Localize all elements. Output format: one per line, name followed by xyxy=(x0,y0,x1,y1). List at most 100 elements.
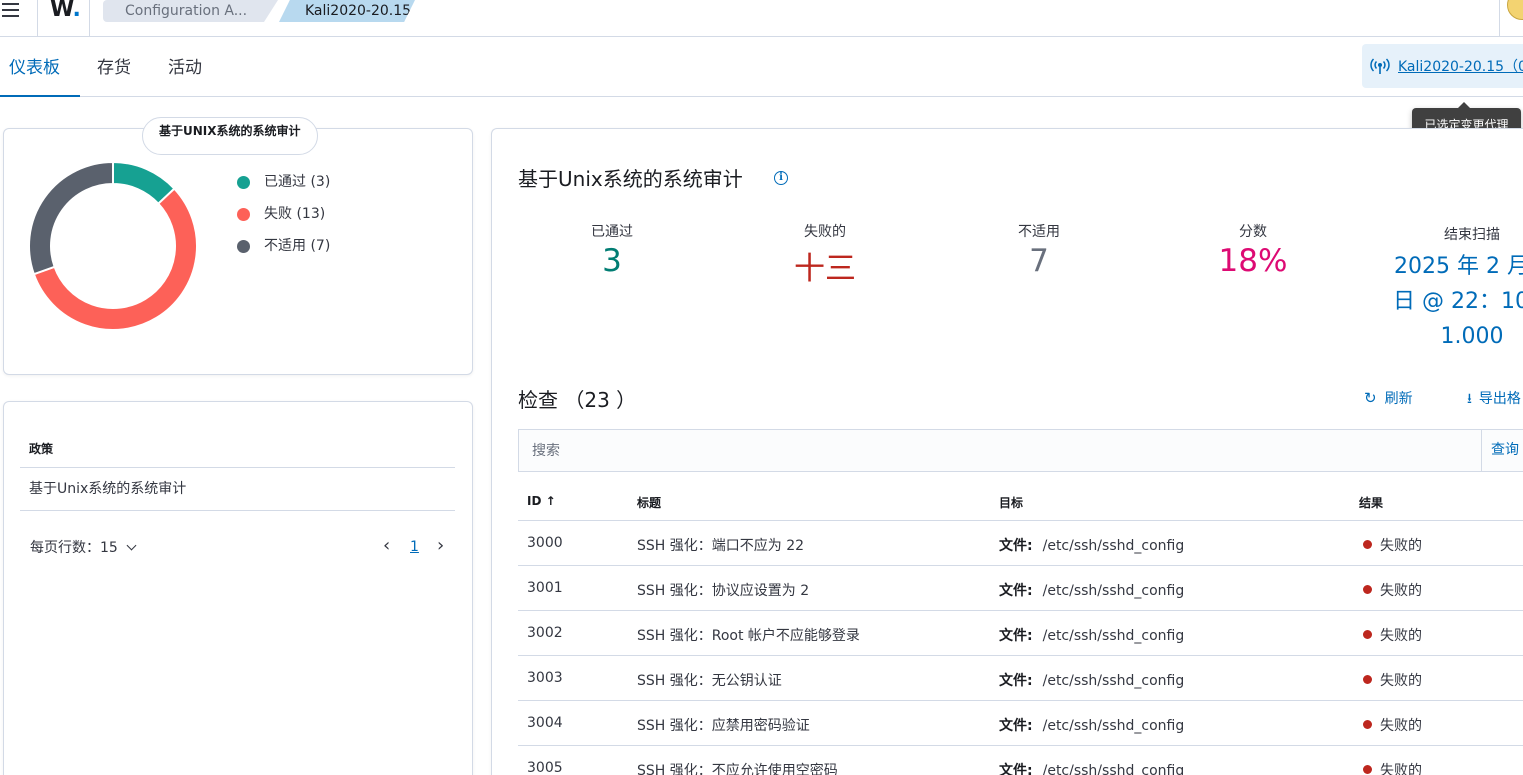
legend-label-passed: 已通过 (3) xyxy=(264,174,331,190)
stat-end-scan: 结束扫描 2025 年 2 月 2 日 @ 22：10： 1.000 xyxy=(1372,224,1523,354)
status-dot xyxy=(1363,630,1372,639)
stat-end-scan-label: 结束扫描 xyxy=(1444,227,1500,243)
chevron-down-icon xyxy=(126,540,137,551)
status-dot xyxy=(1363,765,1372,774)
stat-na-label: 不适用 xyxy=(1018,224,1060,240)
row-id: 3004 xyxy=(527,715,563,731)
checks-title: 检查 （23 ） xyxy=(518,388,637,412)
column-target[interactable]: 目标 xyxy=(999,494,1023,511)
breadcrumb-configuration[interactable]: Configuration A... xyxy=(103,0,278,22)
tab-events[interactable]: 活动 xyxy=(168,37,202,97)
stat-na-value: 7 xyxy=(1029,243,1049,279)
refresh-button[interactable]: ↻ 刷新 xyxy=(1364,388,1413,408)
tab-inventory[interactable]: 存货 xyxy=(97,37,131,97)
column-result[interactable]: 结果 xyxy=(1359,494,1383,511)
stat-failed-label: 失败的 xyxy=(804,224,846,240)
row-result: 失败的 xyxy=(1363,580,1422,600)
policy-column-header[interactable]: 政策 xyxy=(20,438,455,468)
legend-label-not-applicable: 不适用 (7) xyxy=(264,238,331,254)
row-result: 失败的 xyxy=(1363,670,1422,690)
result-label: 失败的 xyxy=(1380,628,1422,644)
refresh-icon: ↻ xyxy=(1364,389,1377,407)
divider xyxy=(37,0,38,36)
checks-table-header: ID ↑ 标题 目标 结果 xyxy=(518,485,1523,521)
chevron-left-icon[interactable]: ‹ xyxy=(383,536,399,556)
results-donut-panel: 基于UNIX系统的系统审计 已通过 (3) 失败 (13) 不适用 (7) xyxy=(3,117,473,375)
row-target: 文件: /etc/ssh/sshd_config xyxy=(999,670,1184,690)
info-icon[interactable]: i xyxy=(774,171,788,185)
stat-passed: 已通过 3 xyxy=(542,221,682,279)
row-target: 文件: /etc/ssh/sshd_config xyxy=(999,625,1184,645)
target-path: /etc/ssh/sshd_config xyxy=(1042,583,1185,599)
stat-end-scan-value: 2025 年 2 月 2 日 @ 22：10： 1.000 xyxy=(1393,254,1523,349)
row-id: 3002 xyxy=(527,625,563,641)
row-result: 失败的 xyxy=(1363,715,1422,735)
app-logo[interactable]: W. xyxy=(50,0,81,22)
legend-item-not-applicable[interactable]: 不适用 (7) xyxy=(237,237,330,269)
result-label: 失败的 xyxy=(1380,673,1422,689)
result-label: 失败的 xyxy=(1380,763,1422,775)
selected-agent-label[interactable]: Kali2020-20.15（0 xyxy=(1398,56,1523,76)
tab-dashboard[interactable]: 仪表板 xyxy=(0,37,80,97)
row-target: 文件: /etc/ssh/sshd_config xyxy=(999,715,1184,735)
donut-slice-not-applicable[interactable] xyxy=(29,162,114,276)
row-result: 失败的 xyxy=(1363,625,1422,645)
page-number[interactable]: 1 xyxy=(410,536,419,558)
table-row[interactable]: 3003 SSH 强化：无公钥认证 文件: /etc/ssh/sshd_config 失… xyxy=(518,656,1523,701)
stat-score: 分数 18% xyxy=(1183,221,1323,279)
row-title: SSH 强化：无公钥认证 xyxy=(637,673,782,689)
results-donut-chart xyxy=(29,162,197,330)
stat-score-value: 18% xyxy=(1218,243,1288,279)
target-path: /etc/ssh/sshd_config xyxy=(1042,673,1185,689)
chevron-right-icon[interactable]: › xyxy=(437,536,453,556)
status-dot xyxy=(1363,585,1372,594)
legend-item-passed[interactable]: 已通过 (3) xyxy=(237,173,330,205)
broadcast-icon xyxy=(1370,58,1390,74)
selected-agent-button[interactable]: Kali2020-20.15（0 xyxy=(1362,44,1523,88)
target-prefix: 文件: xyxy=(999,538,1033,554)
pagination: ‹ 1 › xyxy=(383,536,453,558)
target-prefix: 文件: xyxy=(999,718,1033,734)
target-prefix: 文件: xyxy=(999,673,1033,689)
search-input[interactable] xyxy=(519,430,1481,471)
target-path: /etc/ssh/sshd_config xyxy=(1042,718,1185,734)
row-target: 文件: /etc/ssh/sshd_config xyxy=(999,535,1184,555)
query-button[interactable]: 查询 xyxy=(1481,430,1519,471)
table-row[interactable]: 3004 SSH 强化：应禁用密码验证 文件: /etc/ssh/sshd_confi… xyxy=(518,701,1523,746)
donut-legend: 已通过 (3) 失败 (13) 不适用 (7) xyxy=(237,173,330,269)
status-dot xyxy=(1363,675,1372,684)
table-row[interactable]: 3000 SSH 强化：端口不应为 22 文件: /etc/ssh/sshd_conf… xyxy=(518,521,1523,566)
column-title[interactable]: 标题 xyxy=(637,494,661,511)
breadcrumb-agent[interactable]: Kali2020-20.15 xyxy=(279,0,415,22)
target-path: /etc/ssh/sshd_config xyxy=(1042,763,1185,775)
result-label: 失败的 xyxy=(1380,718,1422,734)
row-title: SSH 强化：不应允许使用空密码 xyxy=(637,763,838,775)
stat-passed-value: 3 xyxy=(602,243,622,279)
legend-dot-failed xyxy=(237,208,250,221)
table-row[interactable]: 3005 SSH 强化：不应允许使用空密码 文件: /etc/ssh/sshd_con… xyxy=(518,746,1523,775)
column-id[interactable]: ID ↑ xyxy=(527,494,556,508)
row-title: SSH 强化：Root 帐户不应能够登录 xyxy=(637,628,860,644)
status-dot xyxy=(1363,720,1372,729)
row-title: SSH 强化：协议应设置为 2 xyxy=(637,583,810,599)
rows-per-page-selector[interactable]: 每页行数：15 xyxy=(30,537,137,557)
stat-failed-value: 十三 xyxy=(794,251,856,287)
menu-icon[interactable] xyxy=(0,0,22,22)
legend-item-failed[interactable]: 失败 (13) xyxy=(237,205,330,237)
export-label: 导出格 xyxy=(1478,391,1521,407)
stat-failed: 失败的 十三 xyxy=(755,221,895,288)
top-header: W. Configuration A... Kali2020-20.15 xyxy=(0,0,1523,37)
download-icon: ⭳ xyxy=(1467,391,1472,407)
row-id: 3000 xyxy=(527,535,563,551)
target-path: /etc/ssh/sshd_config xyxy=(1042,538,1185,554)
table-row[interactable]: 3001 SSH 强化：协议应设置为 2 文件: /etc/ssh/sshd_conf… xyxy=(518,566,1523,611)
policy-row[interactable]: 基于Unix系统的系统审计 xyxy=(20,468,455,511)
stat-score-label: 分数 xyxy=(1239,224,1267,240)
export-button[interactable]: ⭳ 导出格 xyxy=(1467,388,1521,412)
row-title: SSH 强化：端口不应为 22 xyxy=(637,538,805,554)
table-row[interactable]: 3002 SSH 强化：Root 帐户不应能够登录 文件: /etc/ssh/sshd… xyxy=(518,611,1523,656)
row-id: 3001 xyxy=(527,580,563,596)
result-label: 失败的 xyxy=(1380,583,1422,599)
user-avatar[interactable] xyxy=(1507,0,1523,20)
legend-dot-not-applicable xyxy=(237,240,250,253)
